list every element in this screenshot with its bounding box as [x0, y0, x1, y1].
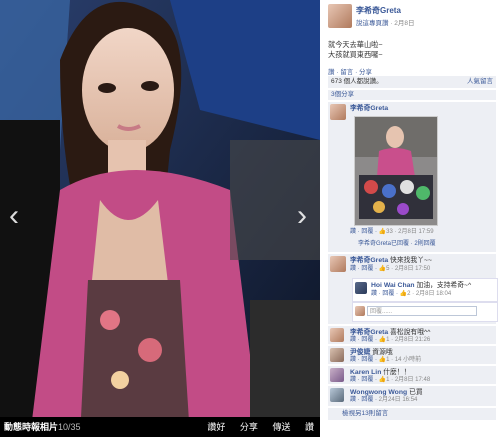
comment-author[interactable]: Hoi Wai Chan: [371, 282, 415, 289]
comment-meta: 讚 · 回覆 · 👍2 · 2月8日 18:04: [371, 290, 451, 298]
avatar[interactable]: [328, 4, 352, 28]
comment: 李希奇Greta 讚 · 回覆 · 👍33 · 2月8日 17:59 李希奇Gr…: [328, 102, 496, 252]
comment-author[interactable]: 李希奇Greta: [350, 329, 388, 336]
comment-body: Hoi Wai Chan 加油，支持希奇~^: [371, 281, 471, 290]
comment-body: 李希奇Greta: [350, 104, 388, 113]
avatar[interactable]: [355, 282, 367, 294]
reply-input[interactable]: 回覆......: [367, 306, 477, 316]
post-author[interactable]: 李希奇Greta: [356, 5, 401, 16]
reply-box: 回覆......: [352, 302, 498, 322]
comment-text: 資源哦: [370, 349, 393, 356]
photo-footer: 動態時報相片 10/35 讚好 分享 傳送 讚: [0, 417, 320, 437]
post-actions[interactable]: 讚 · 留言 · 分享: [328, 66, 372, 76]
caption-line: 就今天去華山啦~: [328, 40, 383, 49]
comment-text: 加油，支持希奇~^: [414, 282, 472, 289]
comment: 李希奇Greta 快來找我丫~~ 讚 · 回覆 · 👍5 · 2月8日 17:5…: [328, 254, 498, 324]
comment-author[interactable]: Karen Lin: [350, 369, 381, 376]
post-meta: 說這專頁讚 · 2月8日: [356, 20, 415, 27]
comment-image[interactable]: [354, 116, 438, 226]
comment-photo: [355, 117, 437, 225]
comment-meta: 讚 · 回覆 · 👍1 · 2月8日 21:26: [350, 336, 430, 344]
avatar[interactable]: [330, 256, 346, 272]
comment-actions[interactable]: 讚 · 回覆 ·: [350, 377, 379, 383]
view-more-comments[interactable]: 檢視另13則留言: [328, 408, 496, 420]
likes-count[interactable]: 673 個人都說讚。: [331, 76, 383, 88]
comment-time: · 2月8日 21:26: [389, 337, 431, 343]
comment-time: 2月24日 16:54: [378, 397, 418, 403]
photo-actions: 讚好 分享 傳送 讚: [195, 417, 314, 437]
comment-meta: 讚 · 回覆 · 2月24日 16:54: [350, 396, 417, 404]
comment: 李希奇Greta 喜松說有哦^^ 讚 · 回覆 · 👍1 · 2月8日 21:2…: [328, 326, 496, 344]
comment-time: · 2月8日 17:50: [389, 266, 431, 272]
sort-dropdown[interactable]: 人氣留言: [467, 76, 493, 88]
chevron-right-icon[interactable]: ›: [292, 196, 312, 236]
replies-summary[interactable]: 李希奇Greta已回覆 · 2則回覆: [358, 240, 436, 248]
comment-body: 李希奇Greta 快來找我丫~~: [350, 256, 432, 265]
caption-line: 大孩就買東西囉~: [328, 50, 383, 59]
comment-time: · 2月8日 17:59: [392, 229, 434, 235]
likes-bar: 673 個人都說讚。 人氣留言: [328, 76, 496, 88]
avatar[interactable]: [330, 104, 346, 120]
comment-author[interactable]: 李希奇Greta: [350, 257, 388, 264]
comment-actions[interactable]: 讚 · 回覆 ·: [350, 337, 379, 343]
post-caption: 就今天去華山啦~ 大孩就買東西囉~: [328, 40, 496, 60]
comment-text: 喜松說有哦^^: [388, 329, 431, 336]
avatar[interactable]: [330, 368, 344, 382]
comment-actions[interactable]: 讚 · 回覆 ·: [350, 397, 379, 403]
main-photo: [0, 0, 320, 437]
post-panel: 李希奇Greta 說這專頁讚 · 2月8日 就今天去華山啦~ 大孩就買東西囉~ …: [322, 0, 500, 437]
reply: Hoi Wai Chan 加油，支持希奇~^ 讚 · 回覆 · 👍2 · 2月8…: [352, 278, 498, 302]
comment-likes: 33: [386, 229, 393, 235]
comment-text: 快來找我丫~~: [388, 257, 432, 264]
comment-time: · 2月8日 17:48: [389, 377, 431, 383]
comment-meta: 讚 · 回覆 · 👍1 · 14 小時前: [350, 356, 421, 364]
comment-author[interactable]: Wongwong Wong: [350, 389, 407, 396]
comment-text: 什麼！！: [381, 369, 411, 376]
avatar[interactable]: [330, 348, 344, 362]
post-date[interactable]: 2月8日: [394, 20, 414, 27]
chevron-left-icon[interactable]: ‹: [4, 196, 24, 236]
avatar[interactable]: [330, 328, 344, 342]
photo-counter: 10/35: [58, 422, 81, 432]
album-label[interactable]: 動態時報相片: [4, 417, 58, 437]
tag-button[interactable]: 讚好: [207, 422, 225, 432]
like-button[interactable]: 讚: [305, 422, 314, 432]
shares-count[interactable]: 3個分享: [328, 90, 496, 100]
avatar[interactable]: [330, 388, 344, 402]
comment-author[interactable]: 李希奇Greta: [350, 105, 388, 112]
comment-meta: 讚 · 回覆 · 👍5 · 2月8日 17:50: [350, 265, 430, 273]
share-button[interactable]: 分享: [240, 422, 258, 432]
comment-time: · 14 小時前: [389, 357, 422, 363]
photo-viewer[interactable]: ‹ › 動態時報相片 10/35 讚好 分享 傳送 讚: [0, 0, 320, 437]
comment-meta: 讚 · 回覆 · 👍1 · 2月8日 17:48: [350, 376, 430, 384]
comment-actions[interactable]: 讚 · 回覆 ·: [371, 291, 400, 297]
post-header: 李希奇Greta 說這專頁讚 · 2月8日: [328, 4, 496, 30]
comment-actions[interactable]: 讚 · 回覆 ·: [350, 357, 379, 363]
comment-time: · 2月8日 18:04: [410, 291, 452, 297]
comment-author[interactable]: 尹俊婕: [350, 349, 370, 356]
comment: Karen Lin 什麼！！ 讚 · 回覆 · 👍1 · 2月8日 17:48: [328, 366, 496, 384]
comment-text: 已買: [407, 389, 423, 396]
comment-actions[interactable]: 讚 · 回覆 ·: [350, 266, 379, 272]
page-link[interactable]: 說這專頁讚: [356, 20, 389, 27]
comment-meta: 讚 · 回覆 · 👍33 · 2月8日 17:59: [350, 228, 434, 236]
replies-link[interactable]: 李希奇Greta已回覆 · 2則回覆: [358, 241, 436, 247]
comment: 尹俊婕 資源哦 讚 · 回覆 · 👍1 · 14 小時前: [328, 346, 496, 364]
comment: Wongwong Wong 已買 讚 · 回覆 · 2月24日 16:54: [328, 386, 496, 406]
send-button[interactable]: 傳送: [272, 422, 290, 432]
comment-actions[interactable]: 讚 · 回覆 ·: [350, 229, 379, 235]
avatar: [355, 306, 365, 316]
